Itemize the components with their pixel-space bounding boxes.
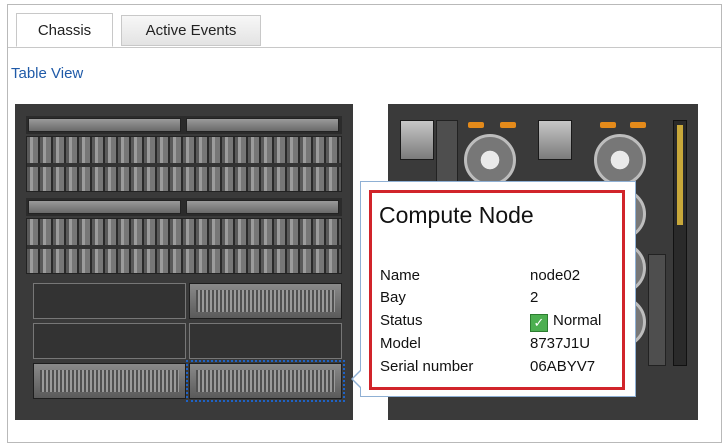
field-value: 2 xyxy=(530,289,539,306)
compute-node-tooltip: Compute Node Name node02 Bay 2 Status ✓ N… xyxy=(360,181,636,397)
empty-bay[interactable] xyxy=(33,283,186,319)
storage-header-2 xyxy=(26,198,342,216)
field-label: Serial number xyxy=(380,358,474,375)
fan-latch xyxy=(630,122,646,128)
storage-drive-bay-2[interactable] xyxy=(26,218,342,274)
chassis-panel: Chassis Active Events Table View Compute… xyxy=(7,4,722,443)
field-name: Name node02 xyxy=(380,267,620,287)
tab-active-events[interactable]: Active Events xyxy=(121,15,261,46)
power-supply-module[interactable] xyxy=(538,120,572,160)
compute-node-bay[interactable] xyxy=(189,283,342,319)
field-label: Status xyxy=(380,312,423,329)
management-module[interactable] xyxy=(673,120,687,366)
table-view-link[interactable]: Table View xyxy=(11,65,83,82)
fan-latch xyxy=(600,122,616,128)
tab-chassis[interactable]: Chassis xyxy=(16,13,113,47)
field-value: 06ABYV7 xyxy=(530,358,596,375)
check-icon: ✓ xyxy=(530,314,548,332)
field-status: Status ✓ Normal xyxy=(380,312,620,332)
field-label: Model xyxy=(380,335,421,352)
status-value: ✓ Normal xyxy=(530,312,601,332)
field-value: 8737J1U xyxy=(530,335,591,352)
field-serial-number: Serial number 06ABYV7 xyxy=(380,358,620,378)
compute-node-bay[interactable] xyxy=(33,363,186,399)
fan-latch xyxy=(500,122,516,128)
field-bay: Bay 2 xyxy=(380,289,620,309)
status-text: Normal xyxy=(553,312,602,329)
power-supply-module[interactable] xyxy=(400,120,434,160)
field-model: Model 8737J1U xyxy=(380,335,620,355)
storage-header-1 xyxy=(26,116,342,134)
empty-bay[interactable] xyxy=(189,323,342,359)
field-value: node02 xyxy=(530,267,581,284)
tooltip-title: Compute Node xyxy=(379,202,534,228)
field-label: Name xyxy=(380,267,421,284)
fan-icon[interactable] xyxy=(464,134,516,186)
chassis-front-view xyxy=(15,104,353,420)
fan-icon[interactable] xyxy=(594,134,646,186)
storage-drive-bay-1[interactable] xyxy=(26,136,342,192)
tooltip-highlight-box: Compute Node Name node02 Bay 2 Status ✓ N… xyxy=(369,190,625,390)
empty-bay[interactable] xyxy=(33,323,186,359)
tab-bar: Chassis Active Events xyxy=(8,5,721,48)
fan-latch xyxy=(468,122,484,128)
io-module[interactable] xyxy=(648,254,666,366)
compute-node-bay-selected[interactable] xyxy=(186,360,345,402)
field-label: Bay xyxy=(380,289,406,306)
tooltip-pointer-fill xyxy=(353,370,362,388)
